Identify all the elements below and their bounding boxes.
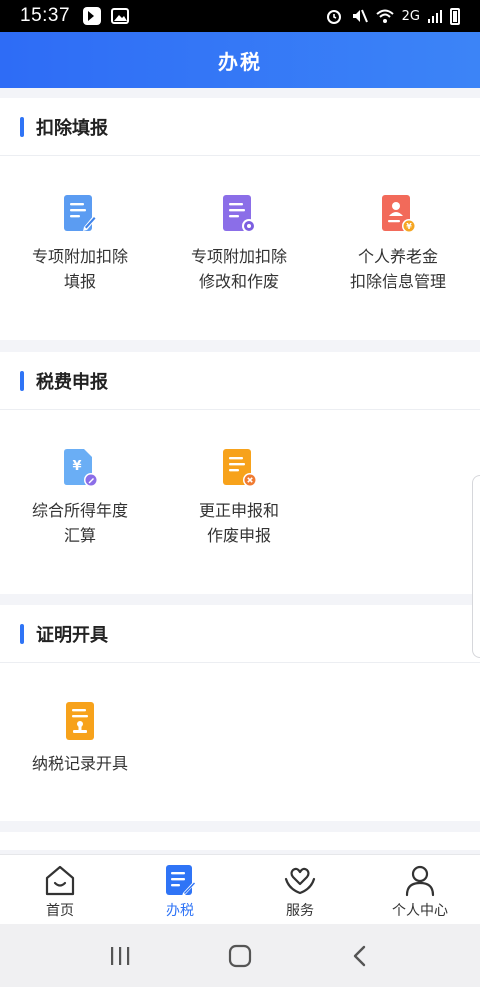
section-header: 证明开具 <box>0 605 480 663</box>
item-label: 专项附加扣除 修改和作废 <box>190 247 287 291</box>
home-circle-icon <box>228 944 252 967</box>
special-deduction-filing-button[interactable]: 专项附加扣除 填报 <box>0 156 160 340</box>
nav-label: 服务 <box>286 903 314 919</box>
item-label: 综合所得年度 汇算 <box>31 501 128 545</box>
doc-edit-icon <box>62 194 98 234</box>
scroll-handle[interactable] <box>472 475 480 658</box>
item-label: 纳税记录开具 <box>31 754 128 773</box>
nav-label: 个人中心 <box>392 903 448 919</box>
section-partial <box>0 832 480 850</box>
nav-personal-center[interactable]: 个人中心 <box>360 855 480 924</box>
recent-apps-icon <box>111 946 130 965</box>
pension-card-icon: ¥ <box>380 194 416 234</box>
section-title: 扣除填报 <box>36 117 108 139</box>
section-grid: 纳税记录开具 <box>0 663 480 847</box>
section-certificate-issuance: 证明开具 纳税记录开具 <box>0 605 480 821</box>
annual-settlement-button[interactable]: ¥ 综合所得年度 汇算 <box>0 410 160 594</box>
status-bar: 15:37 2G <box>0 0 480 32</box>
nav-label: 办税 <box>166 903 194 919</box>
section-header: 扣除填报 <box>0 98 480 156</box>
recent-apps-button[interactable] <box>100 936 140 976</box>
person-icon <box>403 863 437 897</box>
pension-deduction-management-button[interactable]: ¥ 个人养老金 扣除信息管理 <box>318 156 478 340</box>
section-tax-declaration: 税费申报 ¥ 综合所得年度 汇算 更正申报和 作废申报 <box>0 352 480 594</box>
back-icon <box>353 945 366 966</box>
gallery-icon <box>111 8 130 24</box>
alarm-icon <box>326 10 341 24</box>
battery-icon <box>450 7 460 25</box>
item-label: 专项附加扣除 填报 <box>31 247 128 291</box>
nav-tax[interactable]: 办税 <box>120 855 240 924</box>
status-time: 15:37 <box>20 5 71 26</box>
section-grid: ¥ 综合所得年度 汇算 更正申报和 作废申报 <box>0 410 480 594</box>
svg-text:¥: ¥ <box>406 222 412 231</box>
section-header: 税费申报 <box>0 352 480 410</box>
section-accent-bar <box>20 623 24 644</box>
wifi-icon <box>375 9 394 23</box>
correct-cancel-declaration-button[interactable]: 更正申报和 作废申报 <box>159 410 319 594</box>
nav-label: 首页 <box>46 903 74 919</box>
section-grid: 专项附加扣除 填报 专项附加扣除 修改和作废 ¥ 个人养老金 扣除信息管理 <box>0 156 480 340</box>
notification-app-icon <box>83 7 102 25</box>
section-title: 证明开具 <box>36 624 108 646</box>
item-label: 个人养老金 扣除信息管理 <box>349 247 446 291</box>
app-header: 办税 <box>0 32 480 88</box>
status-right-icons: 2G <box>325 7 460 25</box>
home-icon <box>43 863 77 897</box>
mute-icon <box>352 9 368 23</box>
section-accent-bar <box>20 370 24 391</box>
home-system-button[interactable] <box>220 936 260 976</box>
section-title: 税费申报 <box>36 371 108 393</box>
doc-settings-icon <box>221 194 257 234</box>
system-nav-bar <box>0 924 480 987</box>
page-title: 办税 <box>218 49 262 74</box>
status-left-icons <box>82 6 130 26</box>
signal-icon <box>428 10 442 23</box>
svg-text:¥: ¥ <box>72 459 81 474</box>
nav-service[interactable]: 服务 <box>240 855 360 924</box>
yuan-doc-icon: ¥ <box>62 448 98 488</box>
nav-home[interactable]: 首页 <box>0 855 120 924</box>
doc-cancel-icon <box>221 448 257 488</box>
bottom-nav: 首页 办税 服务 个人中心 <box>0 854 480 924</box>
back-button[interactable] <box>340 936 380 976</box>
service-heart-icon <box>283 863 317 897</box>
item-label: 更正申报和 作废申报 <box>198 501 279 545</box>
section-deduction-filing: 扣除填报 专项附加扣除 填报 专项附加扣除 修改和作废 ¥ 个人养老金 扣除信息… <box>0 98 480 340</box>
network-type: 2G <box>401 8 420 24</box>
stamp-doc-icon <box>62 701 98 741</box>
tax-doc-icon <box>163 863 197 897</box>
special-deduction-modify-button[interactable]: 专项附加扣除 修改和作废 <box>159 156 319 340</box>
section-accent-bar <box>20 116 24 137</box>
tax-record-issuance-button[interactable]: 纳税记录开具 <box>0 663 160 847</box>
